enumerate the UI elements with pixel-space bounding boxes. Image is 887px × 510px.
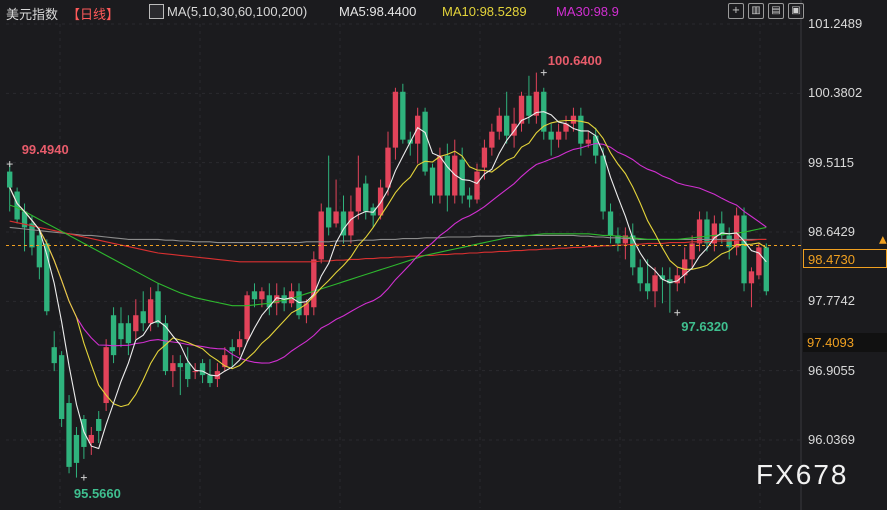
price-extreme-label: 97.6320 bbox=[681, 318, 729, 334]
candle-body bbox=[600, 155, 606, 212]
candle-body bbox=[763, 247, 769, 292]
ma-params-label[interactable]: MA(5,10,30,60,100,200) bbox=[167, 4, 307, 19]
candle-body bbox=[392, 91, 399, 148]
y-tick-label: 96.0369 bbox=[808, 432, 855, 447]
watermark-logo: FX678 bbox=[756, 459, 849, 490]
candle-body bbox=[155, 291, 161, 324]
y-tick-label: 96.9055 bbox=[808, 362, 855, 378]
candle-body bbox=[140, 311, 146, 324]
candle-body bbox=[355, 187, 362, 212]
price-extreme-label: 95.5660 bbox=[73, 485, 121, 501]
candle-body bbox=[333, 211, 339, 224]
candle-body bbox=[756, 247, 762, 276]
candle-body bbox=[348, 211, 354, 236]
candle-body bbox=[266, 295, 272, 308]
candle-body bbox=[170, 363, 176, 372]
candle-body bbox=[162, 323, 169, 372]
candle-body bbox=[400, 91, 406, 140]
candle-body bbox=[51, 347, 57, 364]
y-tick-label: 98.6429 bbox=[808, 224, 855, 239]
candle-body bbox=[325, 207, 332, 228]
candle-body bbox=[66, 403, 72, 467]
candle-body bbox=[251, 291, 258, 300]
ma30-value: MA30:98.9 bbox=[556, 4, 619, 19]
candle-body bbox=[444, 155, 451, 196]
candle-body bbox=[125, 323, 132, 344]
candle-body bbox=[570, 115, 577, 124]
crosshair-icon[interactable]: + bbox=[728, 3, 744, 19]
ma5-value: MA5:98.4400 bbox=[339, 4, 417, 19]
settings-icon[interactable]: ▣ bbox=[788, 3, 804, 19]
y-tick-label: 97.7742 bbox=[808, 293, 855, 309]
ma10-value: MA10:98.5289 bbox=[442, 4, 527, 19]
current-price-tag: 98.4730 bbox=[803, 249, 887, 268]
y-tick-label: 99.5115 bbox=[808, 154, 855, 170]
candle-body bbox=[385, 147, 391, 188]
indicator-icon[interactable]: ▤ bbox=[768, 3, 784, 19]
candle-body bbox=[481, 147, 488, 168]
ma-indicator-icon[interactable] bbox=[149, 4, 164, 19]
candle-body bbox=[526, 95, 532, 116]
candle-body bbox=[177, 363, 183, 368]
candle-body bbox=[630, 235, 636, 268]
candle-body bbox=[133, 315, 139, 332]
candle-body bbox=[585, 139, 591, 144]
candle-body bbox=[207, 375, 213, 384]
candle-body bbox=[748, 271, 755, 284]
candle-body bbox=[733, 215, 740, 248]
candle-body bbox=[229, 347, 235, 352]
candle-body bbox=[377, 187, 384, 216]
y-tick-label: 100.3802 bbox=[808, 85, 863, 101]
candle-body bbox=[244, 295, 250, 340]
candle-body bbox=[637, 267, 643, 284]
period-label[interactable]: 【日线】 bbox=[67, 4, 119, 23]
candle-body bbox=[118, 323, 124, 340]
candle-body bbox=[741, 215, 747, 284]
price-pointer-icon: ▲ bbox=[879, 235, 887, 246]
candle-body bbox=[185, 363, 191, 380]
price-extreme-label: 99.4940 bbox=[21, 142, 69, 158]
candle-body bbox=[110, 315, 117, 356]
candle-body bbox=[29, 223, 35, 248]
candlestick-chart[interactable]: ▲ bbox=[0, 0, 887, 510]
candle-body bbox=[73, 434, 80, 463]
candle-body bbox=[489, 131, 495, 148]
candle-body bbox=[474, 171, 480, 200]
candle-body bbox=[199, 363, 206, 376]
candle-body bbox=[548, 131, 554, 140]
candle-body bbox=[236, 339, 243, 348]
candle-body bbox=[96, 419, 102, 431]
highlight-price-tag: 97.4093 bbox=[803, 333, 887, 352]
candle-body bbox=[593, 135, 599, 156]
chart-type-icon[interactable]: ▥ bbox=[748, 3, 764, 19]
candle-body bbox=[496, 115, 502, 132]
candle-body bbox=[147, 299, 154, 324]
symbol-name: 美元指数 bbox=[6, 7, 59, 22]
price-extreme-label: 100.6400 bbox=[547, 52, 602, 68]
candle-body bbox=[437, 155, 443, 196]
y-tick-label: 101.2489 bbox=[808, 16, 863, 31]
candle-body bbox=[259, 291, 265, 300]
candle-body bbox=[459, 159, 465, 196]
candle-body bbox=[555, 131, 562, 140]
candle-body bbox=[652, 275, 658, 292]
candle-body bbox=[578, 115, 584, 144]
candle-body bbox=[644, 283, 651, 292]
candle-body bbox=[58, 355, 65, 420]
chart-header: 美元指数 【日线】 MA(5,10,30,60,100,200) MA5:98.… bbox=[0, 0, 887, 24]
candle-body bbox=[414, 115, 421, 144]
ma-line-ma200 bbox=[9, 220, 767, 263]
candle-body bbox=[296, 291, 302, 316]
candle-body bbox=[466, 195, 473, 200]
candle-body bbox=[311, 259, 317, 308]
candle-body bbox=[429, 167, 436, 196]
candle-body bbox=[363, 183, 369, 212]
candle-body bbox=[36, 235, 43, 268]
candle-body bbox=[7, 171, 13, 188]
candle-body bbox=[318, 211, 324, 260]
candle-body bbox=[504, 115, 510, 136]
candle-body bbox=[192, 371, 198, 373]
candle-body bbox=[607, 211, 614, 236]
